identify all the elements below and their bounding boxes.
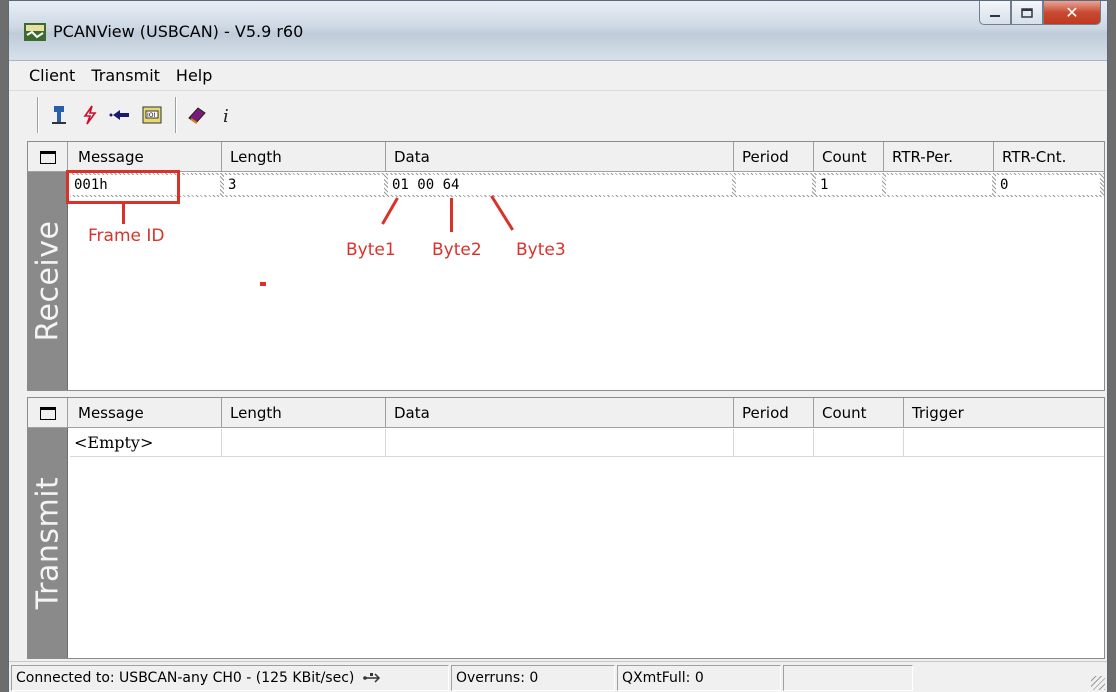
minimize-button[interactable] — [979, 1, 1011, 25]
col-count[interactable]: Count — [814, 398, 904, 428]
col-message[interactable]: Message — [70, 398, 222, 428]
close-icon: ✕ — [1065, 3, 1079, 22]
window-list-icon[interactable] — [28, 142, 68, 172]
frame-id-annotation: Frame ID — [88, 226, 165, 246]
book-icon[interactable] — [183, 101, 211, 129]
row-length: 3 — [224, 175, 384, 195]
row-rtr-cnt: 0 — [996, 175, 1100, 195]
toolbar-separator — [37, 97, 39, 133]
col-rtr-per[interactable]: RTR-Per. — [884, 142, 994, 172]
menu-transmit[interactable]: Transmit — [91, 66, 160, 85]
byte2-annotation: Byte2 — [432, 240, 482, 260]
toolbar: IOI i — [9, 93, 1107, 137]
toolbar-separator — [175, 97, 177, 133]
col-rtr-cnt[interactable]: RTR-Cnt. — [994, 142, 1104, 172]
byte1-annotation: Byte1 — [346, 240, 396, 260]
maximize-button[interactable] — [1011, 1, 1043, 25]
row-count: 1 — [816, 175, 882, 195]
transmit-header: Message Length Data Period Count Trigger — [28, 398, 1104, 428]
table-row[interactable]: 001h 3 01 00 64 1 0 — [70, 173, 1104, 197]
status-pane-empty — [783, 665, 913, 691]
transmit-label: Transmit — [30, 476, 65, 610]
table-row[interactable]: <Empty> — [70, 429, 1104, 457]
app-icon — [23, 21, 47, 43]
window-title: PCANView (USBCAN) - V5.9 r60 — [53, 22, 304, 41]
frame-id-pointer — [122, 204, 125, 224]
bus-icon[interactable]: IOI — [138, 101, 166, 129]
row-data: 01 00 64 — [388, 175, 732, 195]
info-icon[interactable]: i — [214, 101, 242, 129]
pcanview-window: PCANView (USBCAN) - V5.9 r60 ✕ Client Tr… — [8, 0, 1108, 692]
menu-bar: Client Transmit Help — [9, 61, 1107, 91]
receive-label: Receive — [30, 220, 65, 342]
cell-divider — [222, 429, 386, 457]
col-message[interactable]: Message — [70, 142, 222, 172]
usb-icon — [363, 673, 380, 683]
resize-grip[interactable] — [1091, 676, 1105, 690]
receive-header: Message Length Data Period Count RTR-Per… — [28, 142, 1104, 172]
arrow-left-icon[interactable] — [107, 101, 135, 129]
col-data[interactable]: Data — [386, 142, 734, 172]
transmit-panel: Message Length Data Period Count Trigger… — [27, 397, 1105, 659]
caption-buttons: ✕ — [979, 1, 1101, 25]
overruns-status: Overruns: 0 — [451, 665, 615, 691]
byte1-pointer — [381, 197, 399, 225]
menu-help[interactable]: Help — [176, 66, 212, 85]
close-button[interactable]: ✕ — [1043, 1, 1101, 25]
col-count[interactable]: Count — [814, 142, 884, 172]
col-length[interactable]: Length — [222, 142, 386, 172]
byte3-pointer — [490, 195, 514, 231]
receive-side-label: Receive — [28, 172, 68, 390]
col-length[interactable]: Length — [222, 398, 386, 428]
menu-client[interactable]: Client — [29, 66, 75, 85]
row-rtr-per — [886, 175, 992, 195]
col-trigger[interactable]: Trigger — [904, 398, 1104, 428]
col-data[interactable]: Data — [386, 398, 734, 428]
window-list-icon[interactable] — [28, 398, 68, 428]
qxmtfull-status: QXmtFull: 0 — [617, 665, 781, 691]
red-dot — [260, 282, 266, 286]
connection-text: Connected to: USBCAN-any CH0 - (125 KBit… — [16, 670, 355, 686]
col-period[interactable]: Period — [734, 398, 814, 428]
col-period[interactable]: Period — [734, 142, 814, 172]
cell-divider — [814, 429, 904, 457]
connect-icon[interactable] — [45, 101, 73, 129]
empty-placeholder: <Empty> — [74, 433, 154, 452]
cell-divider — [734, 429, 814, 457]
connection-status: Connected to: USBCAN-any CH0 - (125 KBit… — [11, 665, 449, 691]
frame-id-highlight — [66, 170, 180, 204]
status-bar: Connected to: USBCAN-any CH0 - (125 KBit… — [9, 661, 1107, 692]
row-period — [736, 175, 812, 195]
svg-text:IOI: IOI — [147, 112, 155, 119]
svg-text:i: i — [223, 106, 229, 126]
byte3-annotation: Byte3 — [516, 240, 566, 260]
lightning-icon[interactable] — [76, 101, 104, 129]
cell-divider — [386, 429, 734, 457]
receive-panel: Message Length Data Period Count RTR-Per… — [27, 141, 1105, 391]
title-bar[interactable]: PCANView (USBCAN) - V5.9 r60 ✕ — [9, 1, 1107, 61]
transmit-side-label: Transmit — [28, 428, 68, 658]
byte2-pointer — [450, 198, 453, 232]
